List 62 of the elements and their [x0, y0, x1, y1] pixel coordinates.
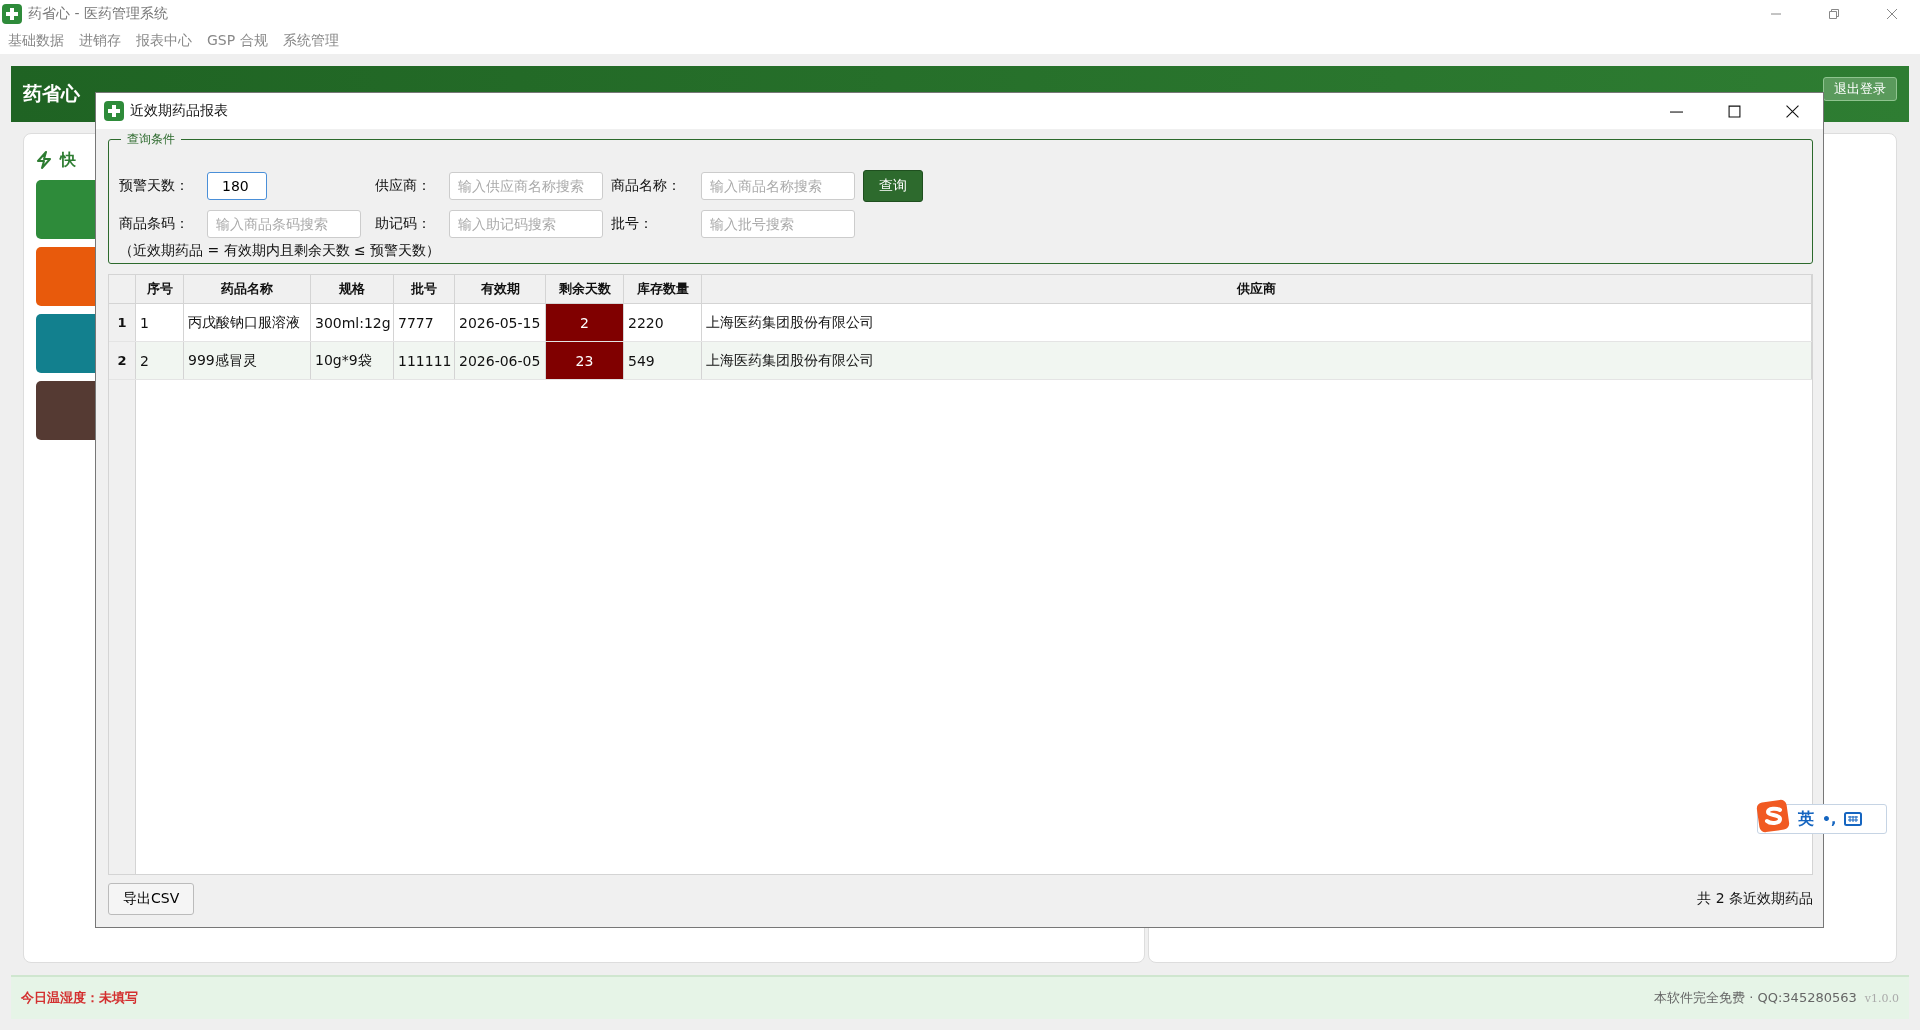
record-count: 共 2 条近效期药品: [1697, 890, 1813, 908]
input-field[interactable]: 输入商品名称搜索: [701, 172, 855, 200]
row-number: 1: [109, 304, 136, 341]
table-cell: 2: [546, 304, 624, 341]
field-label: 批号：: [611, 215, 654, 233]
search-button[interactable]: 查询: [863, 170, 923, 202]
column-header[interactable]: 有效期: [455, 275, 546, 303]
field-label: 商品条码：: [119, 215, 190, 233]
column-header[interactable]: 剩余天数: [546, 275, 624, 303]
input-field[interactable]: 输入助记码搜索: [449, 210, 603, 238]
restore-icon[interactable]: [1828, 8, 1840, 20]
table-cell: 999感冒灵: [184, 342, 311, 379]
input-field[interactable]: 输入供应商名称搜索: [449, 172, 603, 200]
export-button[interactable]: 导出CSV: [108, 883, 195, 915]
column-header[interactable]: 供应商: [702, 275, 1812, 303]
table-cell: 10g*9袋: [311, 342, 394, 379]
table-cell: 1: [136, 304, 184, 341]
close-icon[interactable]: [1786, 104, 1799, 118]
table-cell: 300ml:12g: [311, 304, 394, 341]
table-cell: 2220: [624, 304, 702, 341]
row-number: 2: [109, 342, 136, 379]
quick-panel-title: 快: [60, 149, 76, 171]
column-header[interactable]: 规格: [311, 275, 394, 303]
input-field[interactable]: 输入批号搜索: [701, 210, 855, 238]
field-label: 预警天数：: [119, 177, 190, 195]
menu-item[interactable]: GSP 合规: [207, 32, 268, 50]
input-mode[interactable]: 英: [1798, 808, 1814, 830]
field-label: 助记码：: [375, 215, 432, 233]
table-cell: 上海医药集团股份有限公司: [702, 304, 1812, 341]
table-cell: 549: [624, 342, 702, 379]
field-label: 供应商：: [375, 177, 432, 195]
input-field[interactable]: 输入商品条码搜索: [207, 210, 361, 238]
table-cell: 上海医药集团股份有限公司: [702, 342, 1812, 379]
menu-item[interactable]: 进销存: [79, 32, 121, 50]
field-label: 商品名称：: [611, 177, 682, 195]
table-cell: 23: [546, 342, 624, 379]
table-cell: 7777: [394, 304, 455, 341]
ime-logo-icon: [1756, 799, 1790, 833]
footer-info: 本软件完全免费 · QQ:345280563: [1654, 989, 1857, 1007]
temperature-status: 今日温湿度：未填写: [21, 989, 138, 1007]
menu-item[interactable]: 系统管理: [282, 32, 339, 50]
version-label: v1.0.0: [1864, 992, 1899, 1005]
column-header[interactable]: 序号: [136, 275, 184, 303]
maximize-icon[interactable]: [1728, 104, 1741, 118]
column-header[interactable]: 药品名称: [184, 275, 311, 303]
window-title: 药省心 - 医药管理系统: [28, 5, 168, 23]
column-header[interactable]: 库存数量: [624, 275, 702, 303]
table-cell: 2: [136, 342, 184, 379]
lightning-icon: [36, 151, 52, 169]
filter-note: （近效期药品 = 有效期内且剩余天数 ≤ 预警天数）: [119, 242, 442, 260]
input-field[interactable]: 180: [207, 172, 267, 200]
dialog-title: 近效期药品报表: [130, 102, 228, 120]
dialog-logo-icon: [104, 101, 124, 121]
group-title: 查询条件: [121, 131, 181, 148]
keyboard-icon[interactable]: [1844, 812, 1863, 826]
menu-item[interactable]: 报表中心: [136, 32, 192, 50]
app-name: 药省心: [23, 81, 80, 106]
menu-item[interactable]: 基础数据: [8, 32, 64, 50]
table-cell: 111111: [394, 342, 455, 379]
punctuation-mode[interactable]: •,: [1822, 811, 1837, 827]
table-cell: 丙戊酸钠口服溶液: [184, 304, 311, 341]
column-header[interactable]: 批号: [394, 275, 455, 303]
